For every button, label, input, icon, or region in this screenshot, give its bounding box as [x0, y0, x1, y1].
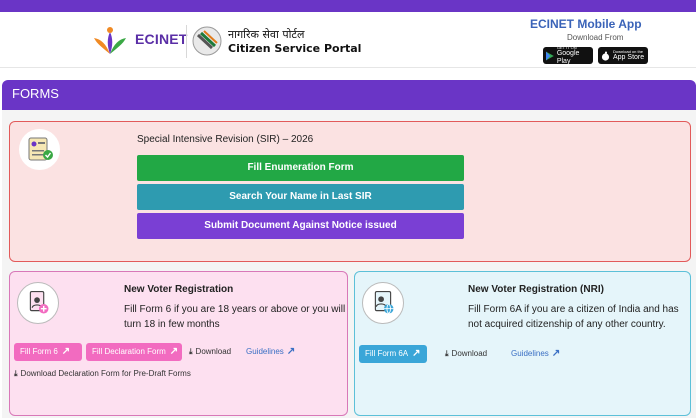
sir-title: Special Intensive Revision (SIR) – 2026: [137, 134, 314, 145]
add-voter-document-icon: [17, 282, 59, 324]
download-icon: ⤓: [189, 347, 193, 356]
nri-voter-title: New Voter Registration (NRI): [468, 284, 604, 295]
google-play-button[interactable]: GET IT ON Google Play: [543, 45, 593, 65]
eci-emblem-icon: [192, 26, 222, 56]
portal-name-english: Citizen Service Portal: [228, 42, 362, 55]
download-declaration-form-link[interactable]: ⤓ Download Declaration Form for Pre-Draft…: [14, 369, 191, 379]
download-icon: ⤓: [14, 369, 18, 378]
guidelines-form-6a-link[interactable]: Guidelines ↗: [511, 348, 560, 359]
google-play-icon: [546, 51, 554, 60]
external-arrow-icon: ↗: [61, 346, 71, 357]
mobile-app-subtitle: Download From: [567, 33, 624, 42]
guidelines-label: Guidelines: [511, 349, 549, 358]
brand-name[interactable]: ECINET: [135, 31, 188, 47]
fill-declaration-label: Fill Declaration Form: [92, 347, 166, 356]
guidelines-form-6-link[interactable]: Guidelines ↗: [246, 346, 295, 357]
forms-title: FORMS: [12, 86, 59, 101]
guidelines-label: Guidelines: [246, 347, 284, 356]
search-name-last-sir-button[interactable]: Search Your Name in Last SIR: [137, 184, 464, 210]
mobile-app-title: ECINET Mobile App: [530, 17, 642, 31]
download-form-6a-link[interactable]: ⤓ Download: [445, 349, 487, 359]
external-arrow-icon: ↗: [169, 346, 179, 357]
fill-form-6a-button[interactable]: Fill Form 6A ↗: [359, 345, 427, 363]
fill-form-6a-label: Fill Form 6A: [365, 349, 409, 358]
download-form-6-link[interactable]: ⤓ Download: [189, 347, 231, 357]
nri-voter-description: Fill Form 6A if you are a citizen of Ind…: [468, 304, 679, 330]
fill-form-6-button[interactable]: Fill Form 6 ↗: [14, 343, 82, 361]
nri-voter-document-icon: [362, 282, 404, 324]
app-store-button[interactable]: Download on the App Store: [598, 47, 648, 64]
portal-name-hindi: नागरिक सेवा पोर्टल: [228, 28, 305, 41]
forms-section-header: [2, 80, 696, 110]
download-icon: ⤓: [445, 349, 449, 358]
apple-icon: [601, 51, 610, 61]
new-voter-title: New Voter Registration: [124, 284, 234, 295]
new-voter-description: Fill Form 6 if you are 18 years or above…: [124, 304, 346, 330]
fill-form-6-label: Fill Form 6: [20, 347, 58, 356]
submit-document-notice-button[interactable]: Submit Document Against Notice issued: [137, 213, 464, 239]
top-color-bar: [0, 0, 696, 12]
google-play-label: Google Play: [556, 50, 580, 65]
fill-declaration-form-button[interactable]: Fill Declaration Form ↗: [86, 343, 182, 361]
external-arrow-icon: ↗: [551, 348, 561, 359]
header-divider: [186, 25, 187, 58]
download-label: Download: [195, 347, 232, 356]
app-store-label: App Store: [613, 54, 645, 61]
download-label: Download: [451, 349, 488, 358]
download-declaration-label: Download Declaration Form for Pre-Draft …: [20, 369, 191, 378]
external-arrow-icon: ↗: [412, 348, 421, 359]
ecinet-logo-icon[interactable]: [93, 26, 127, 56]
external-arrow-icon: ↗: [286, 346, 296, 357]
sir-form-icon: [19, 129, 60, 170]
fill-enumeration-form-button[interactable]: Fill Enumeration Form: [137, 155, 464, 181]
